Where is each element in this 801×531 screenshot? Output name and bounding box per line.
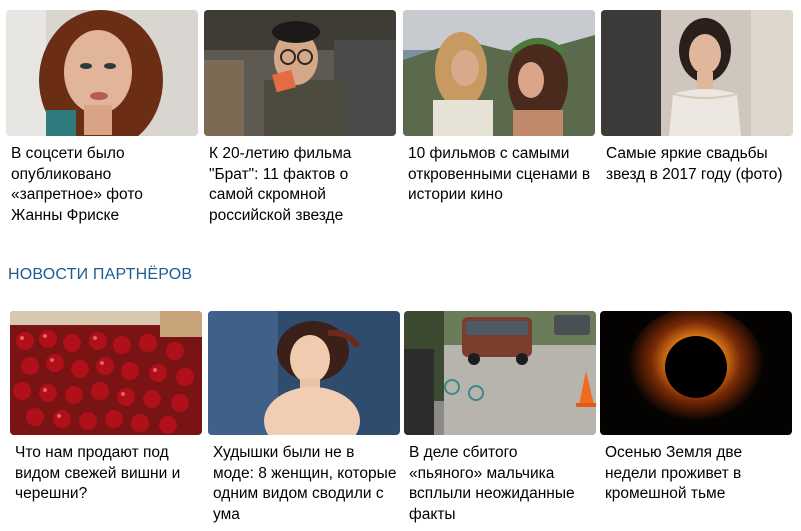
street-accident-photo[interactable] [404, 311, 596, 435]
news-caption[interactable]: Худышки были не в моде: 8 женщин, которы… [213, 443, 398, 525]
news-caption[interactable]: Осенью Земля две недели проживет в кроме… [605, 443, 790, 505]
news-caption[interactable]: В соцсети было опубликовано «запретное» … [11, 144, 196, 226]
painting-woman-photo[interactable] [208, 311, 400, 435]
partner-news-card[interactable]: Что нам продают под видом свежей вишни и… [10, 311, 202, 505]
news-card[interactable]: В соцсети было опубликовано «запретное» … [6, 10, 198, 226]
news-caption[interactable]: Самые яркие свадьбы звезд в 2017 году (ф… [606, 144, 791, 185]
solar-eclipse-photo[interactable] [600, 311, 792, 435]
partner-news-card[interactable]: В деле сбитого «пьяного» мальчика всплыл… [404, 311, 596, 525]
couple-film-still-photo[interactable] [403, 10, 595, 136]
partner-news-card[interactable]: Худышки были не в моде: 8 женщин, которы… [208, 311, 400, 525]
cherries-photo[interactable] [10, 311, 202, 435]
news-caption[interactable]: К 20-летию фильма "Брат": 11 фактов о са… [209, 144, 394, 226]
partners-section-title: НОВОСТИ ПАРТНЁРОВ [8, 266, 193, 283]
news-caption[interactable]: 10 фильмов с самыми откровенными сценами… [408, 144, 593, 206]
news-caption[interactable]: В деле сбитого «пьяного» мальчика всплыл… [409, 443, 594, 525]
partner-news-card[interactable]: Осенью Земля две недели проживет в кроме… [600, 311, 792, 505]
bride-photo[interactable] [601, 10, 793, 136]
news-card[interactable]: Самые яркие свадьбы звезд в 2017 году (ф… [601, 10, 793, 185]
news-card[interactable]: К 20-летию фильма "Брат": 11 фактов о са… [204, 10, 396, 226]
news-card[interactable]: 10 фильмов с самыми откровенными сценами… [403, 10, 595, 206]
man-with-glasses-photo[interactable] [204, 10, 396, 136]
news-caption[interactable]: Что нам продают под видом свежей вишни и… [15, 443, 200, 505]
woman-portrait-photo[interactable] [6, 10, 198, 136]
